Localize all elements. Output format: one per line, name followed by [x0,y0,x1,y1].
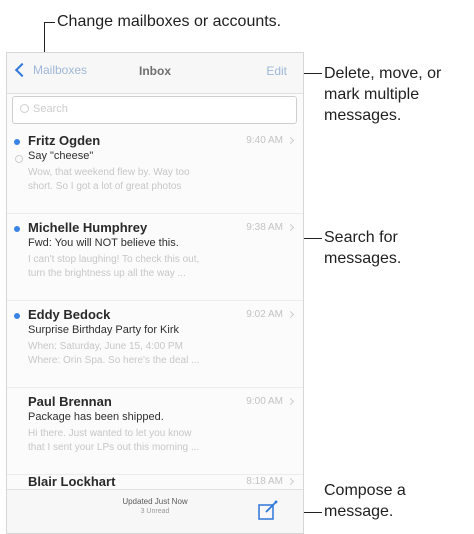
message-preview-line2: Where: Orin Spa. So here's the deal ... [28,355,200,366]
chevron-right-icon [286,477,295,486]
message-sender: Michelle Humphrey [28,220,148,235]
message-sender: Fritz Ogden [28,133,101,148]
message-preview-line2: short. So I got a lot of great photos [28,181,182,192]
message-time: 9:38 AM [246,222,283,233]
message-subject: Say "cheese" [28,150,94,162]
message-row[interactable]: Fritz Ogden 9:40 AM Say "cheese" Wow, th… [7,127,303,214]
callout-edit-line1: Delete, move, or [324,65,442,82]
chevron-right-icon [286,223,295,232]
callout-search: Search for messages. [324,227,401,269]
nav-bar: Mailboxes Inbox Edit [7,53,303,94]
search-placeholder: Search [33,103,68,115]
callout-edit: Delete, move, or mark multiple messages. [324,63,441,126]
leader-line-mailboxes [44,22,45,52]
callout-edit-line3: messages. [324,107,402,124]
message-subject: Package has been shipped. [28,411,164,423]
chevron-right-icon [286,397,295,406]
message-subject: Surprise Birthday Party for Kirk [28,324,179,336]
annotated-screenshot: Change mailboxes or accounts. Delete, mo… [0,0,474,534]
page-title: Inbox [139,64,171,78]
replied-icon [15,155,23,163]
compose-icon[interactable] [257,499,279,521]
message-time: 8:18 AM [246,476,283,487]
chevron-right-icon [286,310,295,319]
bottom-toolbar: Updated Just Now 3 Unread [7,489,303,533]
unread-dot-icon [14,226,20,232]
message-preview-line1: Wow, that weekend flew by. Way too [28,167,190,178]
message-row[interactable]: Paul Brennan 9:00 AM Package has been sh… [7,388,303,475]
callout-compose-line2: message. [324,503,394,520]
message-preview-line1: Hi there. Just wanted to let you know [28,428,192,439]
message-row[interactable]: Eddy Bedock 9:02 AM Surprise Birthday Pa… [7,301,303,388]
message-preview-line1: I can't stop laughing! To check this out… [28,254,200,265]
chevron-right-icon [286,136,295,145]
edit-button[interactable]: Edit [266,64,287,78]
message-preview-line1: When: Saturday, June 15, 4:00 PM [28,341,183,352]
message-time: 9:00 AM [246,396,283,407]
message-row[interactable]: Michelle Humphrey 9:38 AM Fwd: You will … [7,214,303,301]
callout-compose: Compose a message. [324,480,406,522]
callout-compose-line1: Compose a [324,482,406,499]
search-icon [20,104,29,113]
message-sender: Paul Brennan [28,394,112,409]
unread-dot-icon [14,139,20,145]
message-preview-line2: turn the brightness up all the way ... [28,268,186,279]
callout-search-line2: messages. [324,250,402,267]
message-sender: Blair Lockhart [28,474,116,489]
message-preview-line2: that I sent your LPs out this morning ..… [28,442,200,453]
callout-search-line1: Search for [324,229,398,246]
callout-mailboxes: Change mailboxes or accounts. [57,13,282,30]
message-sender: Eddy Bedock [28,307,111,322]
message-time: 9:40 AM [246,135,283,146]
message-time: 9:02 AM [246,309,283,320]
mail-screen: Mailboxes Inbox Edit Search Fritz Ogden … [6,52,304,534]
leader-line-mailboxes-h [44,22,55,23]
unread-dot-icon [14,313,20,319]
message-subject: Fwd: You will NOT believe this. [28,237,179,249]
callout-edit-line2: mark multiple [324,86,420,103]
search-input[interactable]: Search [12,96,297,124]
